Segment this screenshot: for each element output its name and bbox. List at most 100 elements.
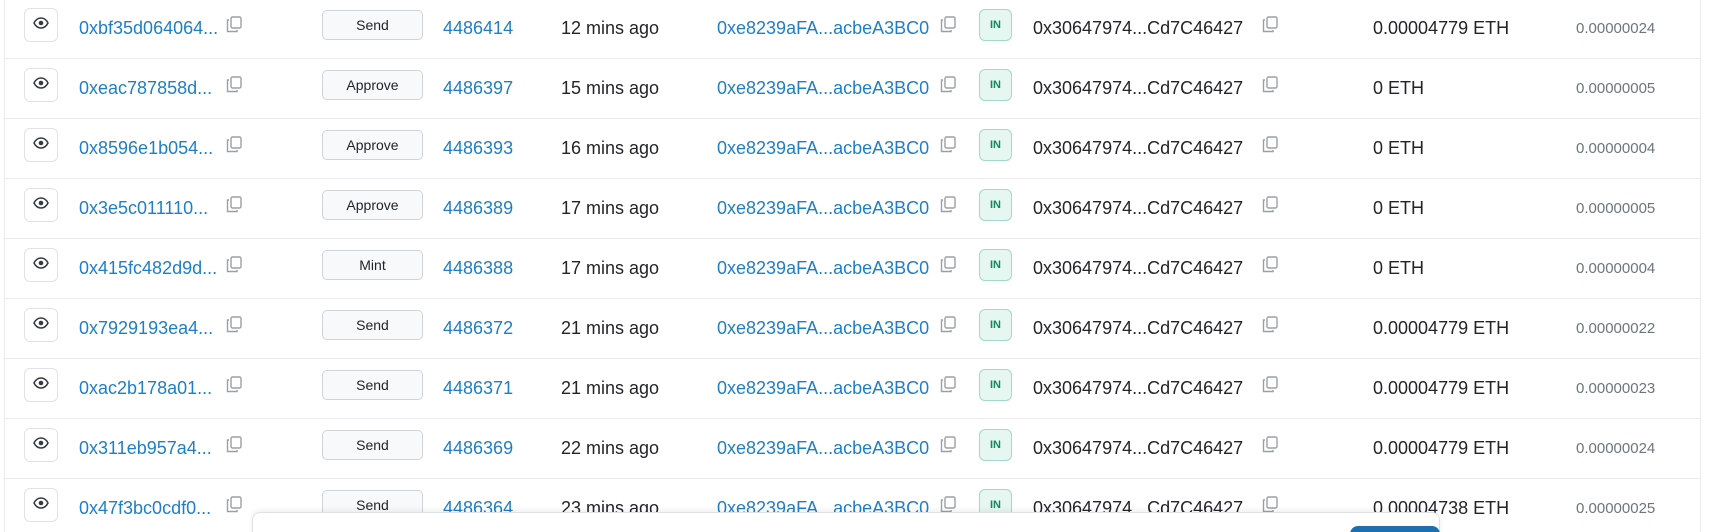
view-details-button[interactable] xyxy=(24,248,58,282)
block-link[interactable]: 4486397 xyxy=(443,78,513,99)
tx-hash-link[interactable]: 0x47f3bc0cdf0... xyxy=(79,498,211,519)
copy-icon[interactable] xyxy=(225,255,243,273)
view-details-button[interactable] xyxy=(24,68,58,102)
method-badge: Send xyxy=(322,310,423,340)
copy-icon[interactable] xyxy=(1261,15,1279,33)
copy-icon[interactable] xyxy=(225,315,243,333)
eye-icon xyxy=(33,375,49,396)
tx-hash-link[interactable]: 0x3e5c011110... xyxy=(79,198,208,219)
eye-icon xyxy=(33,195,49,216)
to-address: 0x30647974...Cd7C46427 xyxy=(1033,378,1244,398)
tx-fee: 0.00000004 xyxy=(1576,140,1656,157)
eye-icon xyxy=(33,15,49,36)
block-link[interactable]: 4486414 xyxy=(443,18,513,39)
eye-icon xyxy=(33,255,49,276)
block-link[interactable]: 4486393 xyxy=(443,138,513,159)
to-address: 0x30647974...Cd7C46427 xyxy=(1033,318,1244,338)
copy-icon[interactable] xyxy=(1261,135,1279,153)
tx-hash-link[interactable]: 0x415fc482d9d... xyxy=(79,258,217,279)
copy-icon[interactable] xyxy=(225,135,243,153)
tx-fee: 0.00000004 xyxy=(1576,260,1656,277)
tx-hash-link[interactable]: 0x8596e1b054... xyxy=(79,138,213,159)
tx-hash-link[interactable]: 0x7929193ea4... xyxy=(79,318,213,339)
tx-age: 16 mins ago xyxy=(561,138,660,158)
tx-value: 0.00004779 ETH xyxy=(1373,378,1510,398)
eye-icon xyxy=(33,135,49,156)
copy-icon[interactable] xyxy=(225,15,243,33)
tx-value: 0.00004779 ETH xyxy=(1373,438,1510,458)
copy-icon[interactable] xyxy=(1261,435,1279,453)
copy-icon[interactable] xyxy=(1261,315,1279,333)
table-row: 0xac2b178a01... Send 4486371 21 mins ago… xyxy=(5,359,1700,419)
block-link[interactable]: 4486371 xyxy=(443,378,513,399)
direction-badge: IN xyxy=(979,129,1012,161)
eye-icon xyxy=(33,495,49,516)
tx-hash-link[interactable]: 0x311eb957a4... xyxy=(79,438,212,459)
tx-value: 0 ETH xyxy=(1373,78,1425,98)
copy-icon[interactable] xyxy=(939,315,957,333)
from-address-link[interactable]: 0xe8239aFA...acbeA3BC0 xyxy=(717,378,929,399)
method-badge: Approve xyxy=(322,70,423,100)
method-badge: Send xyxy=(322,370,423,400)
to-address: 0x30647974...Cd7C46427 xyxy=(1033,438,1244,458)
copy-icon[interactable] xyxy=(1261,375,1279,393)
copy-icon[interactable] xyxy=(225,375,243,393)
direction-badge: IN xyxy=(979,9,1012,41)
tx-fee: 0.00000005 xyxy=(1576,200,1656,217)
copy-icon[interactable] xyxy=(939,195,957,213)
block-link[interactable]: 4486389 xyxy=(443,198,513,219)
tx-hash-link[interactable]: 0xeac787858d... xyxy=(79,78,212,99)
from-address-link[interactable]: 0xe8239aFA...acbeA3BC0 xyxy=(717,78,929,99)
copy-icon[interactable] xyxy=(939,255,957,273)
block-link[interactable]: 4486372 xyxy=(443,318,513,339)
copy-icon[interactable] xyxy=(225,495,243,513)
view-details-button[interactable] xyxy=(24,188,58,222)
copy-icon[interactable] xyxy=(939,375,957,393)
tx-age: 15 mins ago xyxy=(561,78,660,98)
from-address-link[interactable]: 0xe8239aFA...acbeA3BC0 xyxy=(717,258,929,279)
tx-hash-link[interactable]: 0xac2b178a01... xyxy=(79,378,212,399)
view-details-button[interactable] xyxy=(24,488,58,522)
block-link[interactable]: 4486388 xyxy=(443,258,513,279)
tx-fee: 0.00000022 xyxy=(1576,320,1656,337)
tx-age: 17 mins ago xyxy=(561,258,660,278)
view-details-button[interactable] xyxy=(24,428,58,462)
direction-badge: IN xyxy=(979,249,1012,281)
copy-icon[interactable] xyxy=(225,195,243,213)
tx-age: 22 mins ago xyxy=(561,438,660,458)
view-details-button[interactable] xyxy=(24,368,58,402)
eye-icon xyxy=(33,435,49,456)
view-details-button[interactable] xyxy=(24,8,58,42)
table-right-border xyxy=(1700,0,1701,532)
view-details-button[interactable] xyxy=(24,308,58,342)
floating-bottom-panel xyxy=(252,512,1440,532)
tx-fee: 0.00000005 xyxy=(1576,80,1656,97)
to-address: 0x30647974...Cd7C46427 xyxy=(1033,198,1244,218)
method-badge: Send xyxy=(322,430,423,460)
copy-icon[interactable] xyxy=(939,135,957,153)
tx-value: 0.00004779 ETH xyxy=(1373,18,1510,38)
view-details-button[interactable] xyxy=(24,128,58,162)
tx-hash-link[interactable]: 0xbf35d064064... xyxy=(79,18,218,39)
from-address-link[interactable]: 0xe8239aFA...acbeA3BC0 xyxy=(717,138,929,159)
copy-icon[interactable] xyxy=(1261,255,1279,273)
floating-panel-button[interactable] xyxy=(1350,526,1440,532)
tx-age: 21 mins ago xyxy=(561,378,660,398)
from-address-link[interactable]: 0xe8239aFA...acbeA3BC0 xyxy=(717,18,929,39)
copy-icon[interactable] xyxy=(225,75,243,93)
copy-icon[interactable] xyxy=(939,75,957,93)
copy-icon[interactable] xyxy=(1261,75,1279,93)
direction-badge: IN xyxy=(979,369,1012,401)
from-address-link[interactable]: 0xe8239aFA...acbeA3BC0 xyxy=(717,318,929,339)
copy-icon[interactable] xyxy=(939,435,957,453)
table-row: 0x7929193ea4... Send 4486372 21 mins ago… xyxy=(5,299,1700,359)
copy-icon[interactable] xyxy=(1261,495,1279,513)
copy-icon[interactable] xyxy=(225,435,243,453)
copy-icon[interactable] xyxy=(939,495,957,513)
block-link[interactable]: 4486369 xyxy=(443,438,513,459)
from-address-link[interactable]: 0xe8239aFA...acbeA3BC0 xyxy=(717,198,929,219)
copy-icon[interactable] xyxy=(939,15,957,33)
table-row: 0x8596e1b054... Approve 4486393 16 mins … xyxy=(5,119,1700,179)
from-address-link[interactable]: 0xe8239aFA...acbeA3BC0 xyxy=(717,438,929,459)
copy-icon[interactable] xyxy=(1261,195,1279,213)
